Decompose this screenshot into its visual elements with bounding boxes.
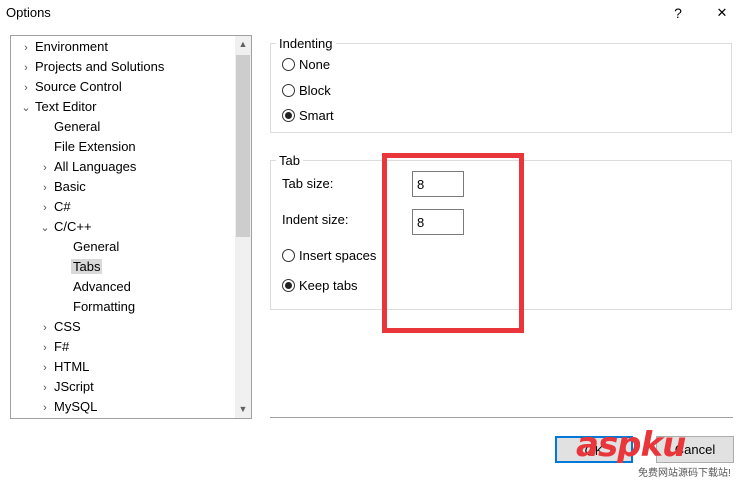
tree-item-label: Formatting	[73, 299, 136, 314]
tree-item[interactable]: › C#	[38, 197, 73, 217]
tree-item-label: Environment	[35, 39, 108, 54]
title-bar: Options ? ✕	[0, 0, 747, 28]
chevron-right-icon[interactable]: ›	[38, 398, 52, 418]
indent-none-label: None	[299, 57, 331, 72]
scroll-up-icon[interactable]: ▲	[235, 36, 251, 53]
tree-item[interactable]: ⌄ C/C++	[38, 217, 94, 237]
tree-item-label: MySQL	[54, 399, 98, 414]
tree-item-label: File Extension	[54, 139, 136, 154]
tree-item-label: General	[54, 119, 101, 134]
tree-item-label: Basic	[54, 179, 86, 194]
tab-group-title: Tab	[276, 153, 303, 168]
window-title: Options	[6, 5, 51, 20]
insert-spaces-radio[interactable]: Insert spaces	[282, 247, 376, 265]
chevron-down-icon[interactable]: ⌄	[38, 218, 52, 238]
indent-block-label: Block	[299, 83, 331, 98]
chevron-right-icon[interactable]: ›	[38, 378, 52, 398]
tree-item[interactable]: › JScript	[38, 377, 96, 397]
tree-item[interactable]: › Source Control	[19, 77, 124, 97]
scroll-down-icon[interactable]: ▼	[235, 401, 251, 418]
tree-item[interactable]: ⌄ Text Editor	[19, 97, 98, 117]
tree-item-label: All Languages	[54, 159, 137, 174]
tree-item-label: Text Editor	[35, 99, 97, 114]
tree-item[interactable]: Advanced	[57, 277, 133, 297]
indent-smart-radio[interactable]: Smart	[282, 107, 334, 125]
tree-item-label: C/C++	[54, 219, 92, 234]
radio-selected-icon	[282, 279, 295, 292]
watermark-logo: aspku	[576, 425, 686, 465]
highlight-box	[382, 153, 524, 333]
insert-spaces-label: Insert spaces	[299, 248, 377, 263]
tree-item-label: F#	[54, 339, 70, 354]
chevron-right-icon[interactable]: ›	[19, 58, 33, 78]
radio-icon	[282, 58, 295, 71]
tree-item[interactable]: › MySQL	[38, 397, 99, 417]
indenting-group-title: Indenting	[276, 36, 336, 51]
keep-tabs-label: Keep tabs	[299, 278, 358, 293]
indent-none-radio[interactable]: None	[282, 56, 330, 74]
tree-item[interactable]: › CSS	[38, 317, 83, 337]
tree-scrollbar[interactable]: ▲ ▼	[235, 36, 251, 418]
watermark-subtitle: 免费网站源码下载站!	[638, 468, 731, 479]
radio-icon	[282, 84, 295, 97]
options-tree[interactable]: › Environment › Projects and Solutions › Sour…	[10, 35, 252, 419]
tree-item-label: Advanced	[73, 279, 131, 294]
chevron-right-icon[interactable]: ›	[38, 158, 52, 178]
indent-smart-label: Smart	[299, 108, 334, 123]
tab-size-label: Tab size:	[282, 176, 334, 191]
chevron-right-icon[interactable]: ›	[38, 198, 52, 218]
tree-item-label: C#	[54, 199, 71, 214]
tree-item[interactable]: Tabs	[57, 257, 103, 277]
close-button[interactable]: ✕	[708, 1, 736, 25]
tree-item-label: Source Control	[35, 79, 122, 94]
tree-item-label: Projects and Solutions	[35, 59, 165, 74]
chevron-right-icon[interactable]: ›	[38, 338, 52, 358]
tree-item[interactable]: › Basic	[38, 177, 88, 197]
scroll-thumb[interactable]	[236, 55, 250, 237]
tree-item[interactable]: General	[38, 117, 102, 137]
tree-item[interactable]: › HTML	[38, 357, 91, 377]
radio-icon	[282, 249, 295, 262]
chevron-right-icon[interactable]: ›	[38, 178, 52, 198]
keep-tabs-radio[interactable]: Keep tabs	[282, 277, 358, 295]
tree-item-label: HTML	[54, 359, 90, 374]
tree-item[interactable]: Formatting	[57, 297, 137, 317]
tree-item-label: General	[73, 239, 120, 254]
chevron-right-icon[interactable]: ›	[19, 78, 33, 98]
tree-item[interactable]: › Environment	[19, 37, 110, 57]
tree-item[interactable]: General	[57, 237, 121, 257]
chevron-right-icon[interactable]: ›	[19, 38, 33, 58]
bottom-divider	[270, 417, 733, 418]
chevron-down-icon[interactable]: ⌄	[19, 98, 33, 118]
chevron-right-icon[interactable]: ›	[38, 358, 52, 378]
tree-item-label: CSS	[54, 319, 81, 334]
tree-item-label: JScript	[54, 379, 94, 394]
tree-item[interactable]: File Extension	[38, 137, 138, 157]
indent-block-radio[interactable]: Block	[282, 82, 331, 100]
indenting-group	[270, 43, 732, 133]
radio-selected-icon	[282, 109, 295, 122]
help-button[interactable]: ?	[668, 3, 688, 23]
tree-item[interactable]: › F#	[38, 337, 71, 357]
tree-item-label: Tabs	[71, 259, 103, 274]
indent-size-label: Indent size:	[282, 212, 349, 227]
chevron-right-icon[interactable]: ›	[38, 318, 52, 338]
tree-item[interactable]: › All Languages	[38, 157, 138, 177]
tree-item[interactable]: › Projects and Solutions	[19, 57, 166, 77]
